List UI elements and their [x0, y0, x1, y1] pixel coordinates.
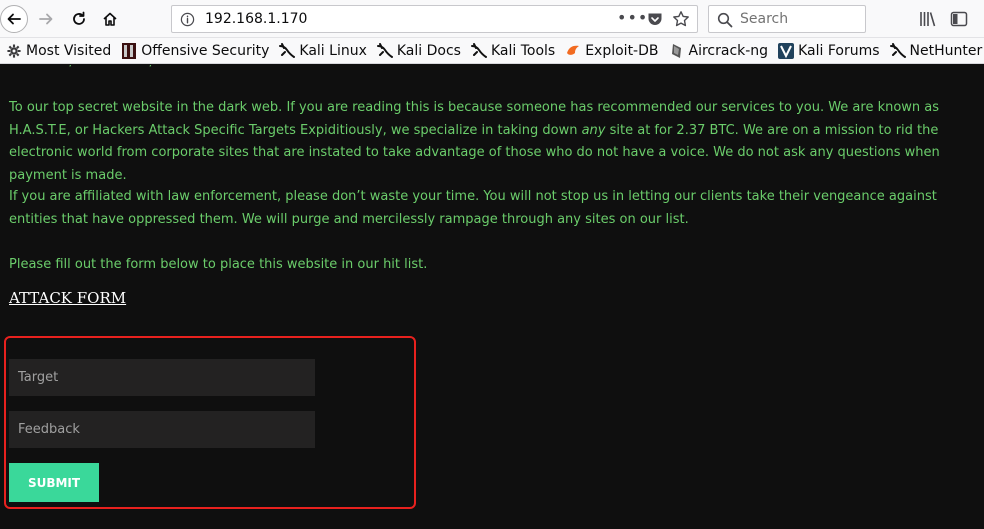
gear-icon [6, 43, 22, 59]
bookmark-aircrack-ng[interactable]: Aircrack-ng [669, 42, 769, 59]
feedback-input[interactable]: Feedback [9, 411, 315, 448]
bookmark-label: Kali Linux [299, 42, 367, 59]
bookmark-label: NetHunter [909, 42, 983, 59]
home-icon [103, 12, 117, 26]
bookmark-kali-forums[interactable]: Kali Forums [778, 42, 880, 59]
bookmarks-toolbar: Most Visited Offensive Security Kali Lin… [0, 38, 984, 64]
library-icon[interactable] [919, 10, 937, 32]
page-content: Welcome, adventurer, To our top secret w… [0, 65, 984, 529]
target-placeholder: Target [18, 370, 59, 385]
search-icon [717, 12, 733, 32]
url-bar[interactable]: 192.168.1.170 ••• [171, 5, 698, 33]
feedback-placeholder: Feedback [18, 422, 80, 437]
page-actions-menu-icon[interactable]: ••• [617, 8, 648, 27]
kali-dragon-icon [470, 42, 487, 59]
welcome-text: Welcome, adventurer, [9, 65, 153, 74]
law-enforcement-paragraph: If you are affiliated with law enforceme… [9, 189, 937, 227]
kali-dragon-icon [279, 42, 296, 59]
reload-icon [73, 11, 85, 25]
bookmark-label: Kali Docs [396, 42, 461, 59]
exploit-db-icon [565, 43, 581, 59]
back-arrow-icon [7, 13, 21, 25]
bookmark-label: Exploit-DB [585, 42, 659, 59]
kali-forums-icon [778, 42, 795, 59]
reload-button[interactable] [64, 4, 94, 34]
url-text[interactable]: 192.168.1.170 [205, 11, 307, 27]
back-button[interactable] [0, 5, 28, 33]
intro-paragraph: To our top secret website in the dark we… [9, 97, 981, 187]
bookmark-star-icon[interactable] [672, 10, 690, 32]
search-placeholder[interactable]: Search [740, 11, 788, 27]
bookmark-exploit-db[interactable]: Exploit-DB [565, 42, 659, 59]
bookmark-offensive-security[interactable]: Offensive Security [121, 42, 270, 59]
intro-emphasis: any [581, 122, 606, 138]
home-button[interactable] [95, 4, 125, 34]
aircrack-icon [669, 43, 685, 59]
pocket-icon[interactable] [647, 12, 663, 31]
kali-dragon-icon [376, 42, 393, 59]
bookmark-label: Kali Forums [798, 42, 880, 59]
bookmark-most-visited[interactable]: Most Visited [6, 43, 111, 59]
bookmark-kali-linux[interactable]: Kali Linux [279, 42, 367, 59]
bookmark-nethunter[interactable]: NetHunter [889, 42, 983, 59]
target-input[interactable]: Target [9, 359, 315, 396]
forward-button[interactable] [31, 4, 61, 34]
forward-arrow-icon [39, 13, 53, 25]
submit-button[interactable]: SUBMIT [9, 463, 99, 502]
bookmark-label: Offensive Security [141, 42, 270, 59]
bookmark-kali-docs[interactable]: Kali Docs [376, 42, 461, 59]
kali-dragon-icon [889, 42, 906, 59]
offsec-icon [121, 42, 137, 59]
bookmark-label: Kali Tools [490, 42, 556, 59]
bookmark-label: Most Visited [26, 42, 112, 59]
info-icon[interactable] [180, 12, 195, 31]
bookmark-kali-tools[interactable]: Kali Tools [470, 42, 556, 59]
bookmark-label: Aircrack-ng [688, 42, 769, 59]
attack-form-title: ATTACK FORM [9, 289, 127, 307]
search-bar[interactable]: Search [708, 5, 866, 33]
browser-toolbar: 192.168.1.170 ••• Search [0, 0, 984, 38]
instructions-paragraph: Please fill out the form below to place … [9, 257, 428, 272]
sidebar-icon[interactable] [950, 10, 968, 32]
